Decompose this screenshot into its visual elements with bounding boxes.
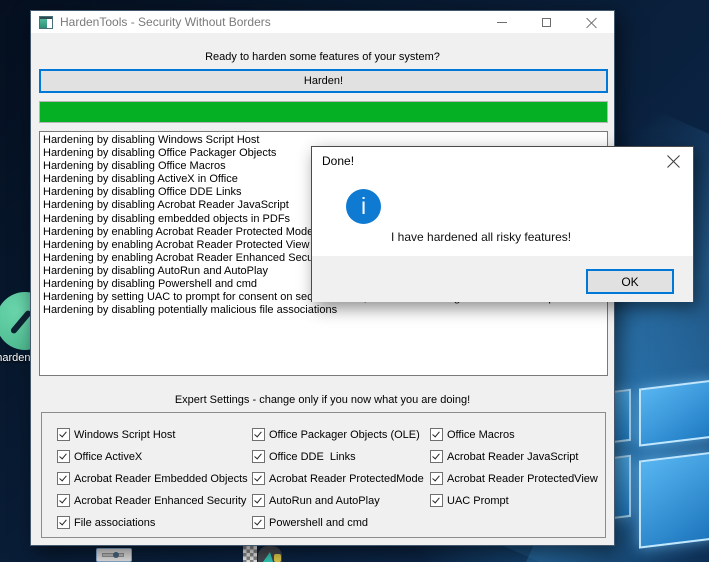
- expert-checkbox[interactable]: Acrobat Reader JavaScript: [430, 450, 598, 463]
- checkbox-column-1: Windows Script Host Office ActiveX Acrob…: [57, 428, 248, 529]
- checkbox-label: Acrobat Reader Embedded Objects: [74, 472, 248, 485]
- expert-checkbox[interactable]: Office DDE Links: [252, 450, 424, 463]
- icon-detail: [274, 554, 281, 562]
- expert-checkbox[interactable]: Powershell and cmd: [252, 516, 424, 529]
- checkbox-label: UAC Prompt: [447, 494, 509, 507]
- expert-checkbox[interactable]: Acrobat Reader ProtectedView: [430, 472, 598, 485]
- dialog-message-line-1: I have hardened all risky features!: [391, 230, 572, 244]
- dialog-title: Done!: [322, 154, 355, 168]
- app-icon: [39, 15, 53, 29]
- checkbox-label: Office Packager Objects (OLE): [269, 428, 420, 441]
- progress-bar: [39, 101, 608, 123]
- checkbox-checked-icon: [252, 516, 265, 529]
- expert-checkbox[interactable]: Windows Script Host: [57, 428, 248, 441]
- dialog-close-icon[interactable]: [667, 154, 681, 168]
- window-title: HardenTools - Security Without Borders: [60, 15, 271, 29]
- expert-checkbox[interactable]: Acrobat Reader Enhanced Security: [57, 494, 248, 507]
- progress-bar-fill: [40, 102, 607, 122]
- icon-detail: [243, 546, 257, 562]
- icon-detail: [113, 552, 119, 558]
- windows-logo-pane: [639, 379, 709, 447]
- dialog-title-bar[interactable]: Done!: [312, 147, 693, 175]
- close-icon: [586, 17, 597, 28]
- expert-settings-groupbox: Windows Script Host Office ActiveX Acrob…: [41, 412, 606, 538]
- desktop-icon-partially-hidden[interactable]: [243, 546, 291, 562]
- checkbox-label: Windows Script Host: [74, 428, 176, 441]
- checkbox-column-3: Office Macros Acrobat Reader JavaScript …: [430, 428, 598, 507]
- expert-settings-heading: Expert Settings - change only if you now…: [174, 394, 471, 406]
- checkbox-label: Acrobat Reader ProtectedMode: [269, 472, 424, 485]
- checkbox-label: Office Macros: [447, 428, 515, 441]
- checkbox-label: Powershell and cmd: [269, 516, 369, 529]
- harden-button[interactable]: Harden!: [39, 69, 608, 93]
- checkbox-label: Acrobat Reader ProtectedView: [447, 472, 598, 485]
- expert-checkbox[interactable]: Office ActiveX: [57, 450, 248, 463]
- checkbox-checked-icon: [57, 516, 70, 529]
- checkbox-checked-icon: [252, 494, 265, 507]
- icon-detail: [263, 552, 273, 562]
- desktop-icon-partially-hidden[interactable]: [96, 548, 132, 562]
- ok-button[interactable]: OK: [586, 269, 674, 294]
- close-button[interactable]: [569, 11, 614, 33]
- minimize-icon: [496, 21, 507, 23]
- title-bar[interactable]: HardenTools - Security Without Borders: [31, 11, 614, 33]
- checkbox-column-2: Office Packager Objects (OLE) Office DDE…: [252, 428, 424, 529]
- expert-checkbox[interactable]: UAC Prompt: [430, 494, 598, 507]
- checkbox-checked-icon: [252, 472, 265, 485]
- desktop: hardentools HardenTools - Security Witho…: [0, 0, 709, 562]
- minimize-button[interactable]: [479, 11, 524, 33]
- checkbox-checked-icon: [252, 428, 265, 441]
- checkbox-checked-icon: [430, 494, 443, 507]
- expert-checkbox[interactable]: Office Macros: [430, 428, 598, 441]
- checkbox-checked-icon: [57, 494, 70, 507]
- expert-checkbox[interactable]: Acrobat Reader ProtectedMode: [252, 472, 424, 485]
- maximize-icon: [542, 17, 551, 27]
- expert-checkbox[interactable]: File associations: [57, 516, 248, 529]
- checkbox-checked-icon: [57, 450, 70, 463]
- checkbox-label: File associations: [74, 516, 156, 529]
- dialog-footer: OK: [312, 256, 693, 302]
- checkbox-checked-icon: [57, 472, 70, 485]
- expert-checkbox[interactable]: AutoRun and AutoPlay: [252, 494, 424, 507]
- checkbox-label: Acrobat Reader Enhanced Security: [74, 494, 247, 507]
- checkbox-label: Office DDE Links: [269, 450, 356, 463]
- expert-checkbox[interactable]: Office Packager Objects (OLE): [252, 428, 424, 441]
- checkbox-checked-icon: [430, 428, 443, 441]
- checkbox-checked-icon: [252, 450, 265, 463]
- done-dialog: Done! i I have hardened all risky featur…: [311, 146, 694, 304]
- checkbox-label: Office ActiveX: [74, 450, 143, 463]
- checkbox-checked-icon: [430, 450, 443, 463]
- checkbox-checked-icon: [57, 428, 70, 441]
- checkbox-label: AutoRun and AutoPlay: [269, 494, 380, 507]
- checkbox-label: Acrobat Reader JavaScript: [447, 450, 579, 463]
- expert-checkbox[interactable]: Acrobat Reader Embedded Objects: [57, 472, 248, 485]
- maximize-button[interactable]: [524, 11, 569, 33]
- ready-prompt-text: Ready to harden some features of your sy…: [205, 51, 440, 63]
- windows-logo-wallpaper: [605, 376, 709, 562]
- info-icon: i: [346, 189, 381, 224]
- checkbox-checked-icon: [430, 472, 443, 485]
- windows-logo-pane: [639, 451, 709, 549]
